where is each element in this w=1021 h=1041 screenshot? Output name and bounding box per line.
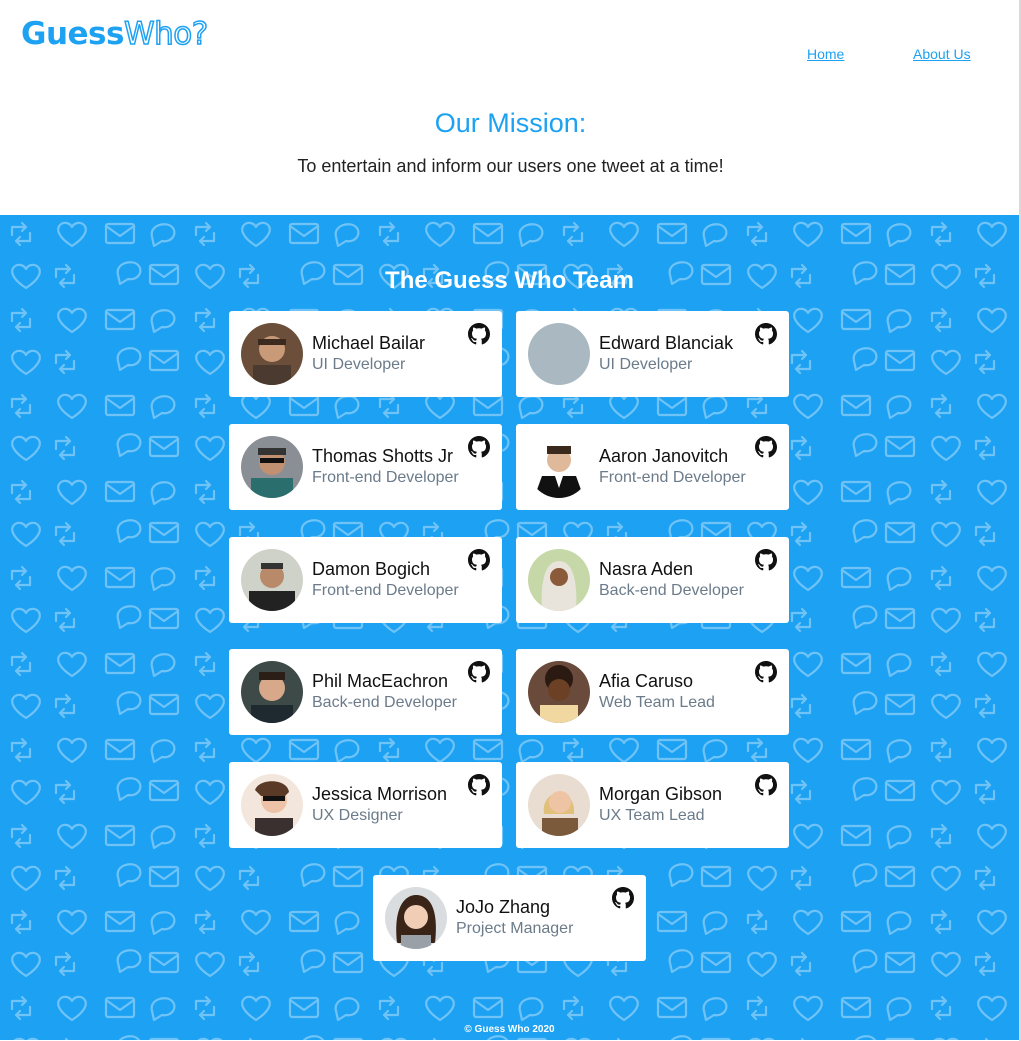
site-header: GuessWho? Home About Us Our Mission: To … (0, 0, 1021, 215)
github-icon[interactable] (612, 887, 634, 909)
github-icon[interactable] (755, 436, 777, 458)
github-icon[interactable] (468, 661, 490, 683)
avatar (528, 661, 590, 723)
member-role: UX Designer (312, 807, 403, 824)
team-card: Damon Bogich Front-end Developer (229, 537, 502, 623)
member-name: Aaron Janovitch (599, 446, 729, 466)
github-icon[interactable] (755, 774, 777, 796)
member-name: Thomas Shotts Jr (312, 446, 454, 466)
logo-who: Who? (123, 15, 209, 53)
avatar (528, 323, 590, 385)
avatar (241, 549, 303, 611)
team-card: JoJo Zhang Project Manager (373, 875, 646, 961)
avatar (241, 774, 303, 836)
team-card: Afia Caruso Web Team Lead (516, 649, 789, 735)
member-name: Damon Bogich (312, 559, 431, 579)
team-card: Phil MacEachron Back-end Developer (229, 649, 502, 735)
member-name: Edward Blanciak (599, 333, 734, 353)
member-role: Front-end Developer (599, 469, 746, 486)
avatar (385, 887, 447, 949)
member-role: Back-end Developer (599, 582, 744, 599)
member-name: JoJo Zhang (456, 897, 551, 917)
team-card: Aaron Janovitch Front-end Developer (516, 424, 789, 510)
member-role: UI Developer (312, 356, 406, 373)
team-title: The Guess Who Team (385, 267, 634, 294)
member-name: Morgan Gibson (599, 784, 723, 804)
github-icon[interactable] (755, 323, 777, 345)
avatar (241, 323, 303, 385)
team-card: Thomas Shotts Jr Front-end Developer (229, 424, 502, 510)
member-name: Phil MacEachron (312, 671, 449, 691)
mission-text: To entertain and inform our users one tw… (297, 156, 724, 176)
logo[interactable]: GuessWho? (21, 14, 209, 54)
footer-copyright: © Guess Who 2020 (464, 1024, 555, 1035)
member-role: Front-end Developer (312, 582, 459, 599)
avatar (528, 549, 590, 611)
logo-guess: Guess (21, 16, 124, 52)
member-role: Back-end Developer (312, 694, 457, 711)
github-icon[interactable] (468, 436, 490, 458)
member-role: Project Manager (456, 920, 574, 937)
member-role: Front-end Developer (312, 469, 459, 486)
team-section: The Guess Who Team Michael Bailar UI Dev… (0, 215, 1019, 1040)
team-card: Morgan Gibson UX Team Lead (516, 762, 789, 848)
avatar (241, 661, 303, 723)
team-card: Michael Bailar UI Developer (229, 311, 502, 397)
nav-home-link[interactable]: Home (807, 46, 844, 62)
member-role: Web Team Lead (599, 694, 715, 711)
github-icon[interactable] (468, 323, 490, 345)
member-name: Michael Bailar (312, 333, 426, 353)
avatar (241, 436, 303, 498)
nav-about-link[interactable]: About Us (913, 46, 971, 62)
member-role: UX Team Lead (599, 807, 705, 824)
avatar (528, 436, 590, 498)
mission-title: Our Mission: (434, 108, 587, 138)
team-card: Edward Blanciak UI Developer (516, 311, 789, 397)
github-icon[interactable] (755, 549, 777, 571)
member-name: Nasra Aden (599, 559, 694, 579)
github-icon[interactable] (468, 774, 490, 796)
member-role: UI Developer (599, 356, 693, 373)
member-name: Afia Caruso (599, 671, 694, 691)
member-name: Jessica Morrison (312, 784, 448, 804)
github-icon[interactable] (468, 549, 490, 571)
team-card: Jessica Morrison UX Designer (229, 762, 502, 848)
github-icon[interactable] (755, 661, 777, 683)
team-card: Nasra Aden Back-end Developer (516, 537, 789, 623)
avatar (528, 774, 590, 836)
